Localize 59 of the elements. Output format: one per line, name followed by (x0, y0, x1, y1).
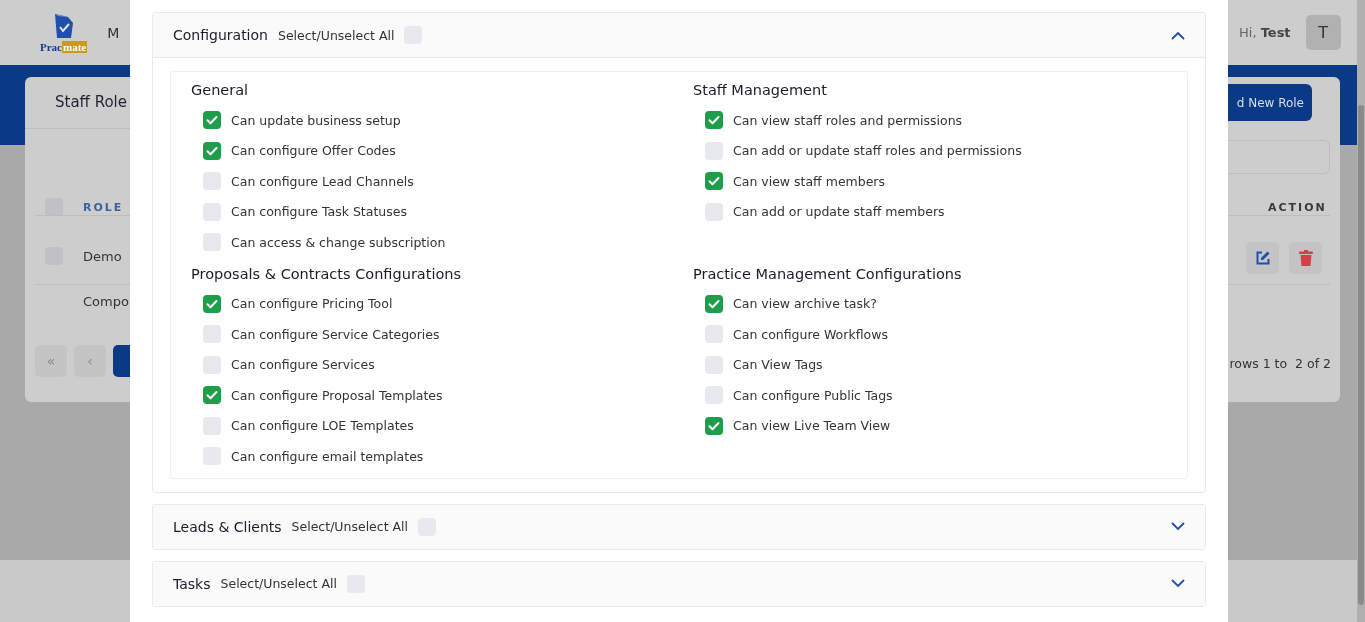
section-title[interactable]: Leads & Clients (173, 518, 282, 535)
table-cell: Demo (83, 248, 122, 264)
select-all-label: Select/Unselect All (277, 27, 395, 43)
user-avatar[interactable]: T (1305, 15, 1341, 50)
chevron-down-icon[interactable] (1171, 579, 1185, 588)
checkbox[interactable] (203, 111, 221, 130)
permission-label: Can configure LOE Templates (231, 418, 414, 434)
group-heading: Practice Management Configurations (693, 265, 963, 282)
nav-item[interactable]: M (107, 24, 120, 41)
checkbox[interactable] (203, 294, 221, 313)
permission-label: Can view staff roles and permissions (733, 112, 963, 128)
permission-label: Can configure Proposal Templates (231, 387, 443, 403)
permission-label: Can add or update staff roles and permissions (733, 143, 1022, 159)
column-header[interactable]: ROLE (83, 200, 124, 214)
permission-label: Can configure Workflows (733, 326, 888, 342)
pagination-summary: rows 1 to 2 of 2 (1229, 356, 1331, 371)
select-all-label: Select/Unselect All (291, 519, 409, 534)
permission-label: Can access & change subscription (231, 234, 446, 250)
permission-label: Can configure Offer Codes (231, 143, 396, 159)
section-title[interactable]: Configuration (173, 27, 268, 43)
group-heading: General (191, 82, 250, 98)
edit-icon (1254, 250, 1271, 266)
group-heading: Proposals & Contracts Configurations (191, 265, 463, 282)
checkbox[interactable] (705, 111, 723, 130)
permission-label: Can configure Public Tags (733, 387, 893, 403)
checkbox[interactable] (705, 172, 723, 191)
permission-label: Can View Tags (733, 357, 823, 373)
checkbox[interactable] (705, 416, 723, 435)
permission-label: Can update business setup (231, 112, 401, 128)
chevron-down-icon[interactable] (1171, 522, 1185, 531)
page-title: Staff Role (55, 93, 128, 111)
checkbox[interactable] (203, 141, 221, 160)
search-field[interactable] (1228, 140, 1330, 174)
permission-label: Can configure Task Statuses (231, 204, 407, 220)
checkbox[interactable] (203, 386, 221, 405)
permission-label: Can view Live Team View (733, 418, 891, 434)
greeting: Hi, Test (1239, 25, 1291, 40)
add-role-button[interactable]: d New Role (1228, 84, 1312, 121)
checkbox[interactable] (705, 294, 723, 313)
page-button[interactable] (113, 345, 130, 377)
permission-label: Can configure Pricing Tool (231, 296, 393, 312)
scrollbar[interactable] (1357, 0, 1365, 622)
select-all-label: Select/Unselect All (220, 576, 337, 591)
trash-icon (1298, 250, 1313, 266)
logo-text: Pracmate (40, 41, 88, 53)
group-heading: Staff Management (693, 82, 828, 98)
edit-button[interactable] (1246, 242, 1279, 274)
delete-button[interactable] (1289, 242, 1322, 274)
permission-label: Can view archive task? (733, 296, 877, 312)
permission-label: Can add or update staff members (733, 204, 945, 220)
permission-label: Can configure Service Categories (231, 326, 440, 342)
column-header: ACTION (1268, 201, 1327, 214)
permission-label: Can configure Lead Channels (231, 173, 414, 189)
permission-label: Can configure Services (231, 357, 375, 373)
table-cell: Compo (83, 294, 129, 309)
section-title[interactable]: Tasks (173, 575, 211, 592)
chevron-up-icon[interactable] (1171, 30, 1185, 40)
permission-label: Can view staff members (733, 173, 886, 189)
permission-label: Can configure email templates (231, 448, 424, 464)
